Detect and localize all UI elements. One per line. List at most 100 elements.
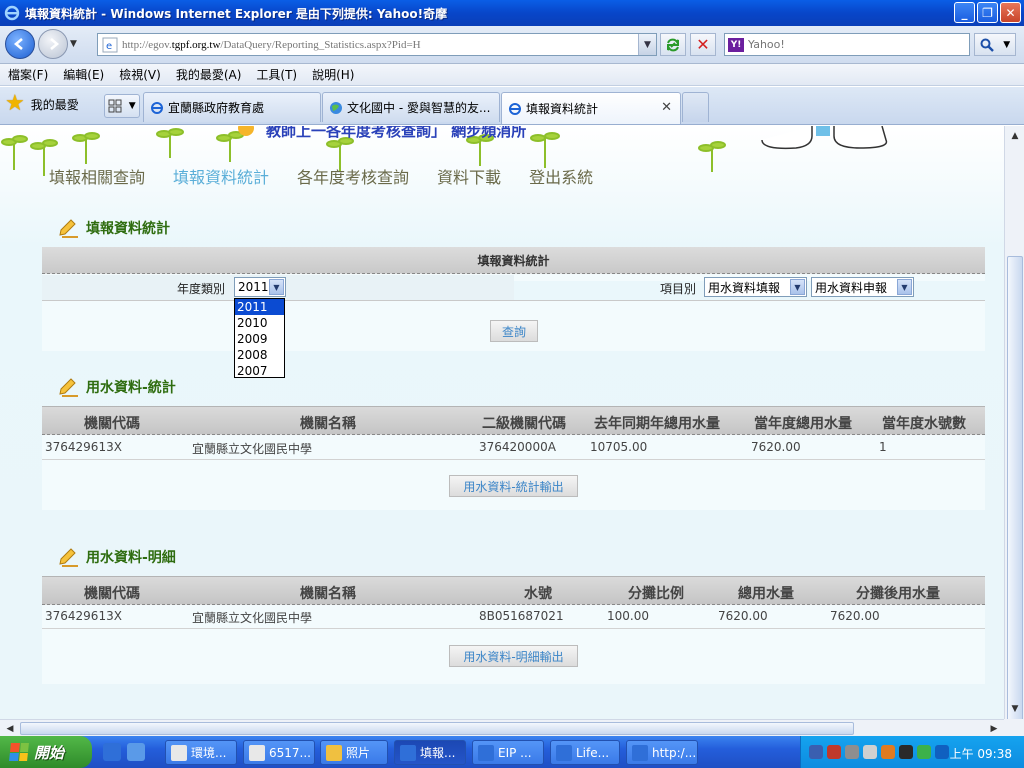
minimize-button[interactable]: _ [954,2,975,23]
taskbar-task-3[interactable]: 填報... [394,740,466,765]
address-dropdown-icon[interactable]: ▼ [638,34,656,55]
quicklaunch-browser-icon[interactable] [127,743,145,761]
taskbar-task-2[interactable]: 照片 [320,740,388,765]
year-label: 年度類別 [177,282,226,296]
security-icon[interactable] [845,745,859,759]
banner-title: 教師上一各年度考核查詢」 網步頻消所 [266,126,527,140]
scroll-left-icon[interactable]: ◀ [2,721,18,736]
column-header: 機關名稱 [300,416,356,432]
detail-export-button[interactable]: 用水資料-明細輸出 [449,645,578,667]
scroll-right-icon[interactable]: ▶ [986,721,1002,736]
new-tab-button[interactable] [682,92,709,122]
site-nav: 填報相關查詢 填報資料統計 各年度考核查詢 資料下載 登出系統 [49,164,621,188]
nav-link-3[interactable]: 資料下載 [437,164,501,188]
antivirus-icon[interactable] [827,745,841,759]
menu-item-2[interactable]: 檢視(V) [119,66,161,83]
tab-label: 宜蘭縣政府教育處 [168,101,265,115]
tab-education-dept[interactable]: 宜蘭縣政府教育處 [143,92,321,122]
column-header: 機關名稱 [300,586,356,602]
menu-item-1[interactable]: 編輯(E) [63,66,104,83]
refresh-button[interactable] [660,33,686,56]
column-header: 二級機關代碼 [482,416,566,432]
windows-flag-icon [9,743,29,761]
recent-pages-dropdown-icon[interactable]: ▼ [70,39,77,49]
pencil-note-icon [59,219,78,238]
nav-link-1[interactable]: 填報資料統計 [173,164,269,188]
maximize-button[interactable]: ❐ [977,2,998,23]
menu-item-3[interactable]: 我的最愛(A) [176,66,242,83]
tab-school-site[interactable]: 文化國中 - 愛與智慧的友... [322,92,500,122]
network-icon[interactable] [809,745,823,759]
address-input[interactable]: e http://egov.tgpf.org.tw/DataQuery/Repo… [97,33,657,56]
start-button[interactable]: 開始 [0,736,92,768]
scroll-up-icon[interactable]: ▲ [1007,128,1023,144]
site-banner: 教師上一各年度考核查詢」 網步頻消所 填報相關查詢 填報資料統計 各年度考核查詢 資料… [0,126,1004,196]
taskbar-task-6[interactable]: http:/... [626,740,698,765]
year-option[interactable]: 2007 [235,363,284,379]
search-input[interactable] [748,38,948,51]
task-app-icon [478,744,494,761]
year-option[interactable]: 2008 [235,347,284,363]
search-options-dropdown-icon[interactable]: ▼ [1003,40,1010,50]
taskbar-task-5[interactable]: Life... [550,740,620,765]
cell-meter-number: 8B051687021 [479,609,564,623]
app-tray-icon[interactable] [899,745,913,759]
scrollbar-corner [1004,719,1024,736]
nav-link-4[interactable]: 登出系統 [529,164,593,188]
tab-globe-icon [330,101,342,114]
close-window-button[interactable]: ✕ [1000,2,1021,23]
task-app-icon [249,744,265,761]
tab-reporting-stats[interactable]: 填報資料統計 ✕ [501,92,681,124]
tab-ie-icon [151,101,163,114]
quicklaunch-ie-icon[interactable] [103,743,121,761]
year-option[interactable]: 2010 [235,315,284,331]
cell-agency-code: 376429613X [45,609,122,623]
forward-button[interactable] [38,29,68,59]
close-tab-icon[interactable]: ✕ [661,100,672,115]
year-option[interactable]: 2011 [235,299,284,315]
search-box[interactable]: Y! [724,33,970,56]
menu-item-4[interactable]: 工具(T) [256,66,297,83]
input-method-icon[interactable] [935,745,949,759]
year-select[interactable]: 2011 ▼ [234,277,286,297]
column-header: 水號 [524,586,552,602]
stats-export-button[interactable]: 用水資料-統計輸出 [449,475,578,497]
taskbar-task-0[interactable]: 環境... [165,740,237,765]
horizontal-scrollbar[interactable]: ◀ ▶ [0,719,1004,736]
task-label: 6517... [269,745,311,760]
vertical-scrollbar[interactable]: ▲ ▼ [1004,126,1024,740]
item-type-select[interactable]: 用水資料填報 ▼ [704,277,807,297]
item-subtype-select[interactable]: 用水資料申報 ▼ [811,277,914,297]
menu-item-5[interactable]: 說明(H) [312,66,354,83]
stop-button[interactable]: ✕ [690,33,716,56]
vertical-scroll-thumb[interactable] [1007,256,1023,740]
quick-tabs-button[interactable]: ▼ [104,94,140,118]
sun-decoration-icon [238,126,254,136]
update-icon[interactable] [863,745,877,759]
tab-list-dropdown-icon[interactable]: ▼ [129,101,136,111]
messenger-icon[interactable] [917,745,931,759]
chevron-down-icon: ▼ [790,279,805,295]
horizontal-scroll-thumb[interactable] [20,722,854,735]
volume-icon[interactable] [881,745,895,759]
search-button[interactable]: ▼ [974,33,1016,56]
taskbar-task-4[interactable]: EIP ... [472,740,544,765]
query-button[interactable]: 查詢 [490,320,538,342]
nav-link-2[interactable]: 各年度考核查詢 [297,164,409,188]
scroll-down-icon[interactable]: ▼ [1007,701,1023,717]
url-text: http://egov.tgpf.org.tw/DataQuery/Report… [122,38,421,51]
cell-agency-name: 宜蘭縣立文化國民中學 [192,442,313,456]
nav-link-0[interactable]: 填報相關查詢 [49,164,145,188]
taskbar-task-1[interactable]: 6517... [243,740,315,765]
year-option[interactable]: 2009 [235,331,284,347]
column-header: 去年同期年總用水量 [594,416,720,432]
filter-row: 年度類別 2011 ▼ 項目別 用水資料填報 ▼ 用水資料申報 ▼ [42,275,985,301]
year-dropdown-list[interactable]: 2011 2010 2009 2008 2007 [234,298,285,378]
favorites-button[interactable]: ★ 我的最愛 [5,93,79,115]
column-header: 當年度總用水量 [754,416,852,432]
back-button[interactable] [5,29,35,59]
favorites-star-icon: ★ [5,91,25,116]
section-heading-stats: 填報資料統計 [58,218,170,238]
menu-item-0[interactable]: 檔案(F) [8,66,48,83]
tab-label: 文化國中 - 愛與智慧的友... [347,101,491,115]
